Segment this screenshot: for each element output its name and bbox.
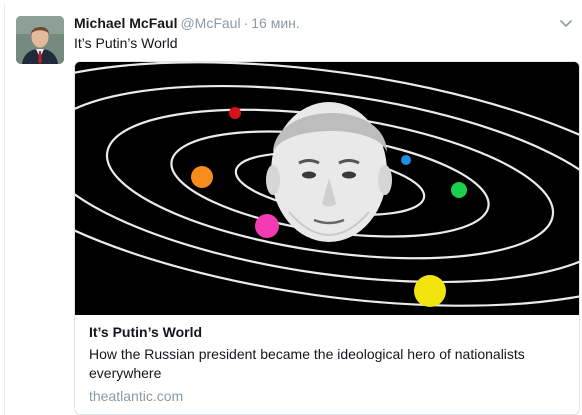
card-domain[interactable]: theatlantic.com (89, 388, 569, 404)
link-card[interactable]: It’s Putin’s World How the Russian presi… (74, 61, 580, 415)
tweet[interactable]: Michael McFaul @McFaul · 16 мин. It’s Putin… (0, 0, 582, 415)
author-name[interactable]: Michael McFaul (74, 15, 177, 31)
planet-orange (191, 166, 213, 188)
separator-dot: · (243, 15, 249, 31)
tweet-text: It’s Putin’s World (74, 35, 178, 51)
card-text: It’s Putin’s World How the Russian presi… (89, 324, 569, 404)
planet-green (451, 182, 467, 198)
timestamp[interactable]: 16 мин. (251, 15, 300, 31)
tweet-header: Michael McFaul @McFaul · 16 мин. (74, 15, 300, 33)
planet-yellow (414, 275, 446, 307)
chevron-down-icon[interactable] (559, 16, 573, 27)
avatar[interactable] (16, 16, 64, 64)
author-handle[interactable]: @McFaul (180, 15, 240, 31)
planet-red (229, 107, 241, 119)
card-title[interactable]: It’s Putin’s World (89, 324, 569, 340)
card-image[interactable] (75, 62, 579, 315)
planet-blue (401, 155, 411, 165)
planet-pink (255, 214, 279, 238)
timeline-border (4, 4, 5, 415)
card-description: How the Russian president became the ide… (89, 346, 525, 381)
